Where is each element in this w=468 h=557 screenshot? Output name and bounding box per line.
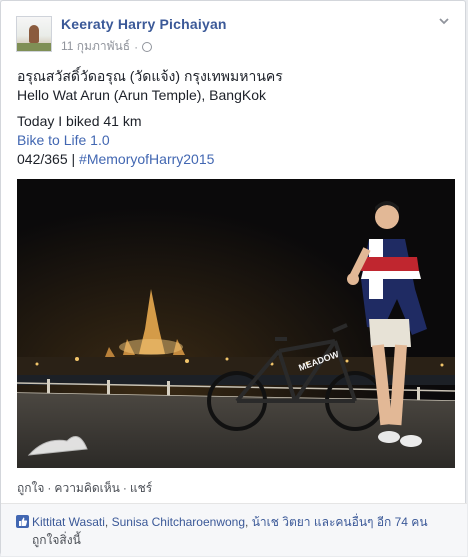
liker-name[interactable]: น้าเช วิตยา [252, 515, 311, 529]
globe-icon[interactable] [142, 41, 153, 52]
post-text-line: Hello Wat Arun (Arun Temple), BangKok [17, 87, 267, 103]
post-counter: 042/365 | [17, 151, 80, 167]
others-link[interactable]: และคนอื่นๆ อีก 74 คน [314, 515, 428, 529]
liker-name[interactable]: Kittitat Wasati [32, 515, 105, 529]
action-separator: · [47, 481, 52, 495]
avatar[interactable] [16, 16, 52, 52]
post-card: Keeraty Harry Pichaiyan 11 กุมภาพันธ์ · … [0, 0, 467, 556]
liker-name[interactable]: Sunisa Chitcharoenwong [112, 515, 245, 529]
like-action[interactable]: ถูกใจ [17, 481, 44, 495]
meta-separator: · [134, 39, 139, 54]
likes-bar: Kittitat Wasati, Sunisa Chitcharoenwong,… [1, 503, 467, 556]
thumbs-up-icon [16, 515, 29, 528]
chevron-down-icon[interactable] [437, 15, 451, 29]
post-text-line: 042/365 | #MemoryofHarry2015 [17, 150, 451, 169]
action-separator: · [122, 481, 127, 495]
post-text-line: อรุณสวัสดิ์วัดอรุณ (วัดแจ้ง) กรุงเทพมหาน… [17, 68, 283, 84]
share-action[interactable]: แชร์ [130, 481, 152, 495]
post-text-line: Today I biked 41 km [17, 113, 142, 129]
post-photo[interactable]: MEADOW [17, 179, 455, 468]
likes-suffix: ถูกใจสิ่งนี้ [32, 533, 81, 547]
post-body: อรุณสวัสดิ์วัดอรุณ (วัดแจ้ง) กรุงเทพมหาน… [17, 67, 451, 169]
post-meta: 11 กุมภาพันธ์ · [61, 37, 153, 56]
post-date[interactable]: 11 กุมภาพันธ์ [61, 37, 130, 56]
hashtag-link[interactable]: #MemoryofHarry2015 [79, 151, 214, 167]
bike-to-life-link[interactable]: Bike to Life 1.0 [17, 131, 451, 150]
author-name[interactable]: Keeraty Harry Pichaiyan [61, 16, 227, 32]
post-actions: ถูกใจ · ความคิดเห็น · แชร์ [17, 479, 152, 498]
likers-line: Kittitat Wasati, Sunisa Chitcharoenwong,… [32, 515, 428, 529]
comment-action[interactable]: ความคิดเห็น [54, 481, 119, 495]
